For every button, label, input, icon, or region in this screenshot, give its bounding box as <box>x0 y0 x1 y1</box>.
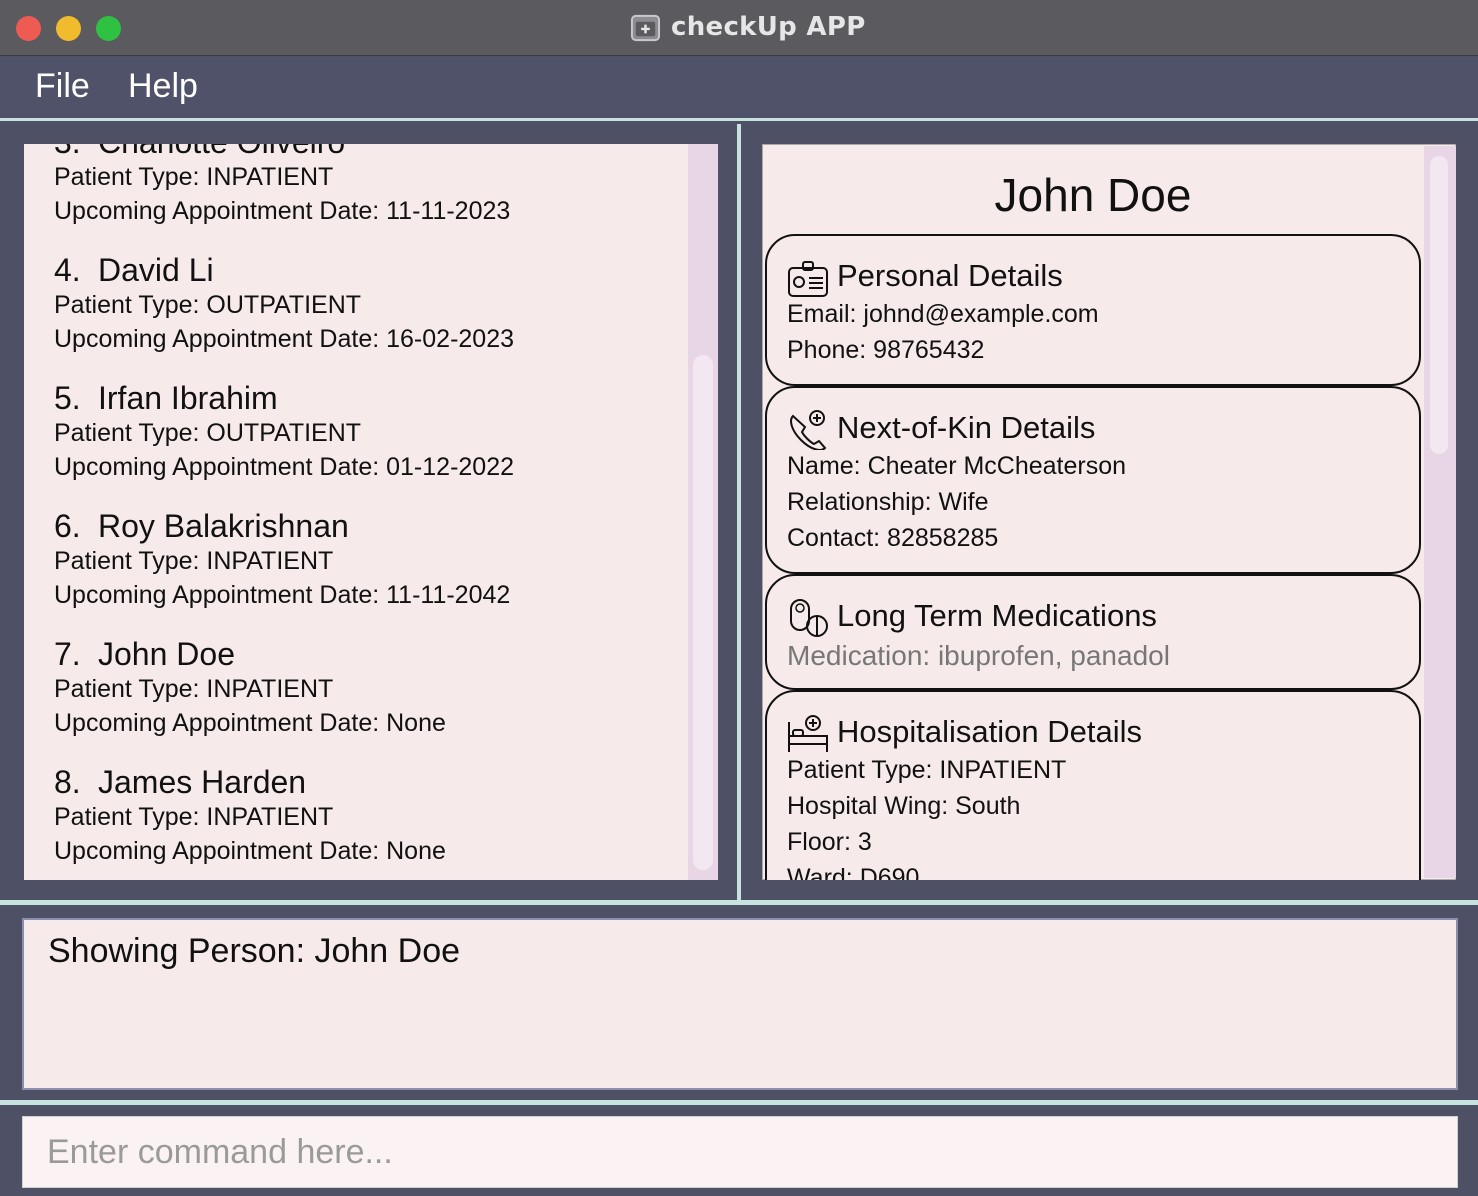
personal-details-heading: Personal Details <box>837 258 1063 293</box>
menu-bar: File Help <box>0 57 1478 121</box>
nok-relationship-value: Relationship: Wife <box>787 488 989 516</box>
list-item-type: Patient Type: OUTPATIENT <box>54 419 362 447</box>
list-item-name: James Harden <box>98 764 307 800</box>
list-item-type: Patient Type: INPATIENT <box>54 803 334 831</box>
hospital-wing-value: Hospital Wing: South <box>787 792 1021 820</box>
hospitalisation-heading: Hospitalisation Details <box>837 714 1142 749</box>
list-item-type: Patient Type: OUTPATIENT <box>54 291 362 319</box>
phone-value: Phone: 98765432 <box>787 336 985 364</box>
list-item-index: 3. <box>54 144 98 160</box>
list-item-name: Roy Balakrishnan <box>98 508 349 544</box>
patient-list-scroll-thumb[interactable] <box>693 355 713 870</box>
personal-details-card: Personal Details Email: johnd@example.co… <box>765 234 1421 386</box>
list-item-index: 7. <box>54 636 81 672</box>
list-item-name: Charlotte Oliveiro <box>98 144 345 160</box>
window-title: checkUp APP <box>671 12 866 42</box>
next-of-kin-card: Next-of-Kin Details Name: Cheater McChea… <box>765 386 1421 574</box>
list-item[interactable]: 3.Charlotte Oliveiro Patient Type: INPAT… <box>54 144 694 228</box>
pills-icon <box>790 599 828 637</box>
list-item[interactable]: 4. David Li Patient Type: OUTPATIENT Upco… <box>54 252 694 356</box>
list-item-type: Patient Type: INPATIENT <box>54 163 334 191</box>
list-item-index: 6. <box>54 508 81 544</box>
list-item[interactable]: 7. John Doe Patient Type: INPATIENT Upcom… <box>54 636 694 740</box>
hospital-floor-value: Floor: 3 <box>787 828 872 856</box>
panel-divider[interactable] <box>737 124 741 902</box>
hospital-patient-type-value: Patient Type: INPATIENT <box>787 756 1067 784</box>
nok-contact-value: Contact: 82858285 <box>787 524 999 552</box>
list-item-appointment: Upcoming Appointment Date: 01-12-2022 <box>54 453 515 481</box>
list-item-type: Patient Type: INPATIENT <box>54 675 334 703</box>
list-item-name: John Doe <box>98 636 235 672</box>
list-item-appointment: Upcoming Appointment Date: None <box>54 709 446 737</box>
title-bar: checkUp APP <box>0 0 1478 56</box>
list-item-index: 4. <box>54 252 81 288</box>
close-window-button[interactable] <box>16 16 41 41</box>
person-name-title: John Doe <box>994 169 1192 221</box>
detail-clip-mask <box>742 880 1478 900</box>
next-of-kin-heading: Next-of-Kin Details <box>837 410 1096 445</box>
command-input[interactable] <box>23 1117 1457 1187</box>
hospitalisation-card: Hospitalisation Details Patient Type: IN… <box>765 690 1421 910</box>
list-item-name: Irfan Ibrahim <box>98 380 278 416</box>
divider-command <box>0 1100 1478 1105</box>
list-item-index: 5. <box>54 380 81 416</box>
medications-card: Long Term Medications Medication: ibupro… <box>765 574 1421 690</box>
window-title-group: checkUp APP <box>630 10 866 44</box>
list-item[interactable]: 8. James Harden Patient Type: INPATIENT U… <box>54 764 694 868</box>
list-item-appointment: Upcoming Appointment Date: 16-02-2023 <box>54 325 515 353</box>
id-card-icon <box>788 261 828 297</box>
maximize-window-button[interactable] <box>96 16 121 41</box>
medications-heading: Long Term Medications <box>837 598 1157 633</box>
result-display: Showing Person: John Doe <box>22 918 1458 1090</box>
list-item-appointment: Upcoming Appointment Date: 11-11-2042 <box>54 581 511 609</box>
app-icon <box>630 14 661 41</box>
list-item-appointment: Upcoming Appointment Date: None <box>54 837 446 865</box>
minimize-window-button[interactable] <box>56 16 81 41</box>
email-value: Email: johnd@example.com <box>787 300 1099 328</box>
result-message: Showing Person: John Doe <box>48 932 461 970</box>
patient-list[interactable]: 3.Charlotte Oliveiro Patient Type: INPAT… <box>24 144 718 880</box>
nok-name-value: Name: Cheater McCheaterson <box>787 452 1127 480</box>
medication-value: Medication: ibuprofen, panadol <box>787 640 1170 671</box>
list-item[interactable]: 6. Roy Balakrishnan Patient Type: INPATIE… <box>54 508 694 612</box>
menu-help[interactable]: Help <box>128 67 198 106</box>
list-item[interactable]: 5. Irfan Ibrahim Patient Type: OUTPATIENT… <box>54 380 694 484</box>
phone-medical-icon <box>790 410 827 450</box>
list-item-type: Patient Type: INPATIENT <box>54 547 334 575</box>
menu-file[interactable]: File <box>35 67 90 106</box>
list-item-index: 8. <box>54 764 81 800</box>
command-box[interactable] <box>22 1116 1458 1188</box>
hospital-bed-icon <box>788 715 828 752</box>
list-item-appointment: Upcoming Appointment Date: 11-11-2023 <box>54 197 511 225</box>
list-item-name: David Li <box>98 252 214 288</box>
detail-scroll-thumb[interactable] <box>1430 156 1448 454</box>
